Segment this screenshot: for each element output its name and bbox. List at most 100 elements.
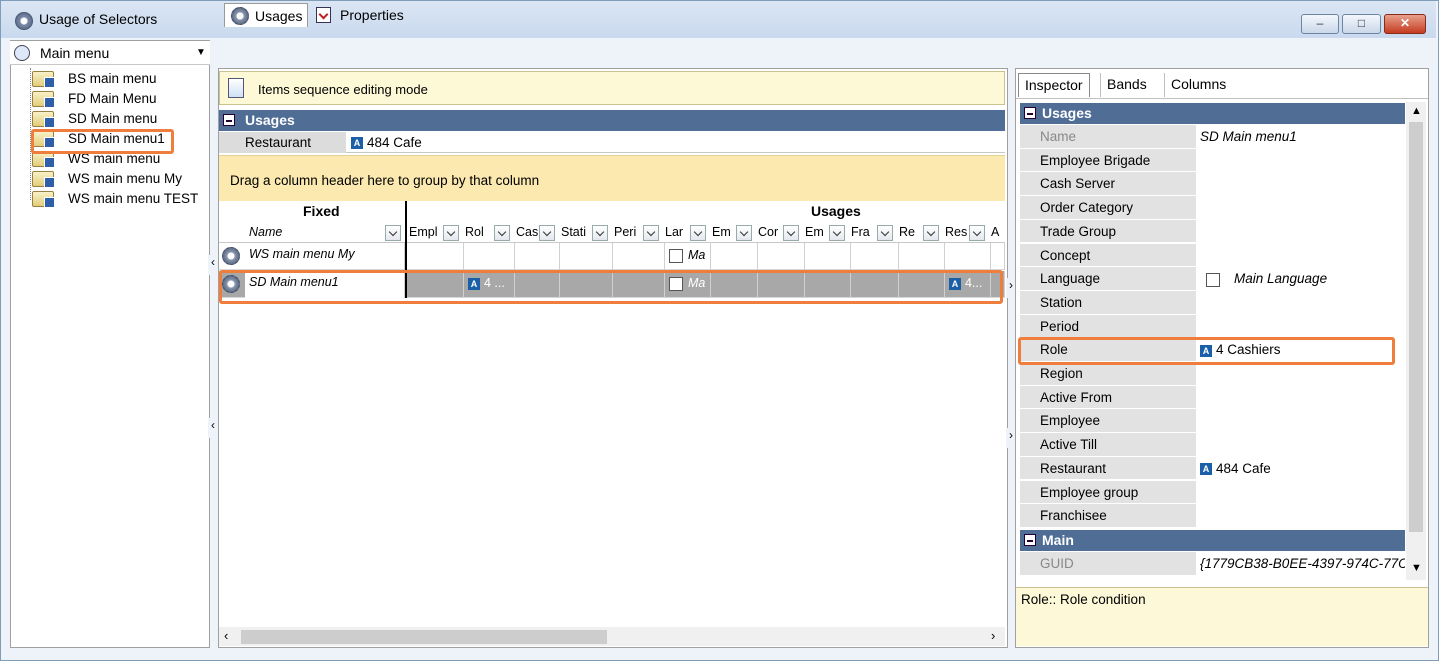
grid-cell[interactable]	[851, 243, 899, 270]
property-row[interactable]: Employee Brigade	[1020, 148, 1405, 173]
maximize-button[interactable]: □	[1342, 14, 1381, 34]
grid-cell[interactable]	[851, 271, 899, 298]
property-row[interactable]: Period	[1020, 314, 1405, 339]
property-value[interactable]: SD Main menu1	[1200, 129, 1405, 144]
tree-item[interactable]: SD Main menu	[32, 109, 207, 129]
grid-cell[interactable]	[899, 243, 945, 270]
grid-cell[interactable]	[515, 271, 560, 298]
vertical-scrollbar[interactable]: ▲ ▼	[1406, 102, 1426, 580]
grid-cell[interactable]	[711, 243, 758, 270]
tab-inspector[interactable]: Inspector	[1018, 73, 1090, 97]
grid-cell[interactable]	[407, 243, 464, 270]
chevron-down-icon[interactable]	[592, 225, 608, 241]
chevron-down-icon[interactable]	[643, 225, 659, 241]
chevron-down-icon[interactable]	[539, 225, 555, 241]
tree-item[interactable]: SD Main menu1	[32, 129, 207, 149]
grid-cell[interactable]: A4 ...	[464, 271, 515, 298]
property-value[interactable]: A 484 Cafe	[1200, 461, 1405, 476]
property-row[interactable]: Role A 4 Cashiers	[1020, 338, 1405, 362]
column-name[interactable]: Name	[249, 225, 282, 239]
horizontal-scrollbar[interactable]: ‹ ›	[219, 627, 1005, 646]
grid-cell[interactable]	[711, 271, 758, 298]
usages-band-header[interactable]: Usages	[219, 110, 1005, 131]
collapse-left-icon[interactable]: ‹	[208, 255, 218, 275]
grid-cell[interactable]	[560, 271, 613, 298]
chevron-down-icon[interactable]	[385, 225, 401, 241]
restaurant-value[interactable]: A 484 Cafe	[351, 135, 422, 150]
property-value[interactable]: A4 Cashiers	[1200, 342, 1405, 357]
checkbox[interactable]	[669, 248, 683, 263]
tree-item[interactable]: WS main menu TEST	[32, 189, 207, 209]
chevron-down-icon[interactable]	[969, 225, 985, 241]
chevron-down-icon[interactable]	[690, 225, 706, 241]
collapse-icon[interactable]	[223, 114, 235, 126]
scroll-down-icon[interactable]: ▼	[1411, 562, 1422, 574]
property-row[interactable]: Station	[1020, 290, 1405, 315]
grid-cell[interactable]	[560, 243, 613, 270]
group-by-panel[interactable]: Drag a column header here to group by th…	[219, 155, 1005, 201]
checkbox[interactable]	[669, 276, 683, 291]
grid-cell[interactable]	[407, 271, 464, 298]
grid-cell[interactable]	[515, 243, 560, 270]
grid-cell[interactable]	[464, 243, 515, 270]
checkbox[interactable]	[1206, 272, 1220, 287]
tree-item[interactable]: BS main menu	[32, 69, 207, 89]
grid-cell[interactable]	[613, 271, 665, 298]
property-row[interactable]: Region	[1020, 362, 1405, 386]
chevron-down-icon[interactable]	[923, 225, 939, 241]
chevron-down-icon[interactable]	[829, 225, 845, 241]
property-row[interactable]: Employee	[1020, 409, 1405, 434]
close-button[interactable]: ✕	[1384, 14, 1426, 34]
property-row[interactable]: Franchisee	[1020, 504, 1405, 528]
property-row[interactable]: Concept	[1020, 243, 1405, 268]
tab-bands[interactable]: Bands	[1100, 73, 1153, 97]
grid-cell[interactable]	[991, 243, 1005, 270]
grid-cell[interactable]	[758, 271, 805, 298]
scroll-up-icon[interactable]: ▲	[1411, 105, 1422, 117]
collapse-left-icon[interactable]: ‹	[208, 418, 218, 438]
chevron-down-icon[interactable]	[736, 225, 752, 241]
inspector-main-band[interactable]: Main	[1020, 530, 1405, 551]
tree-item[interactable]: WS main menu My	[32, 169, 207, 189]
property-row[interactable]: GUID {1779CB38-B0EE-4397-974C-77C	[1020, 552, 1405, 576]
grid-cell[interactable]: Ma	[665, 271, 711, 298]
grid-cell[interactable]	[899, 271, 945, 298]
chevron-down-icon[interactable]	[494, 225, 510, 241]
property-value[interactable]: Main Language	[1200, 271, 1405, 287]
scroll-right-icon[interactable]: ›	[991, 628, 995, 643]
chevron-down-icon[interactable]	[877, 225, 893, 241]
minimize-button[interactable]: –	[1301, 14, 1339, 34]
property-row[interactable]: Language Main Language	[1020, 267, 1405, 291]
grid-cell[interactable]: Ma	[665, 243, 711, 270]
property-row[interactable]: Active From	[1020, 385, 1405, 410]
table-row[interactable]: SD Main menu1 A 4 ... Ma A 4...	[219, 271, 1005, 298]
menu-selector-dropdown[interactable]: Main menu ▼	[10, 41, 210, 65]
scroll-left-icon[interactable]: ‹	[224, 628, 228, 643]
table-row[interactable]: WS main menu My Ma	[219, 243, 1005, 270]
property-row[interactable]: Employee group	[1020, 480, 1405, 505]
tree-item[interactable]: FD Main Menu	[32, 89, 207, 109]
chevron-down-icon[interactable]	[443, 225, 459, 241]
property-row[interactable]: Cash Server	[1020, 172, 1405, 197]
tab-properties[interactable]: Properties	[310, 3, 410, 27]
grid-cell[interactable]	[805, 271, 851, 298]
chevron-down-icon[interactable]	[783, 225, 799, 241]
grid-cell[interactable]	[945, 243, 991, 270]
collapse-icon[interactable]	[1024, 534, 1036, 546]
grid-cell[interactable]	[613, 243, 665, 270]
property-row[interactable]: Trade Group	[1020, 219, 1405, 244]
grid-cell[interactable]: A 4...	[945, 271, 991, 298]
grid-cell[interactable]	[805, 243, 851, 270]
property-row[interactable]: Order Category	[1020, 196, 1405, 220]
collapse-icon[interactable]	[1024, 107, 1036, 119]
inspector-usages-band[interactable]: Usages	[1020, 103, 1405, 124]
grid-cell[interactable]	[758, 243, 805, 270]
property-row[interactable]: Active Till	[1020, 433, 1405, 457]
chevron-down-icon[interactable]: ▼	[196, 47, 206, 58]
scroll-thumb[interactable]	[1409, 122, 1423, 532]
grid-cell[interactable]	[991, 271, 1005, 298]
tab-usages[interactable]: Usages	[224, 3, 308, 27]
tree-item[interactable]: WS main menu	[32, 149, 207, 169]
tab-columns[interactable]: Columns	[1164, 73, 1232, 97]
property-row[interactable]: Restaurant A 484 Cafe	[1020, 456, 1405, 481]
